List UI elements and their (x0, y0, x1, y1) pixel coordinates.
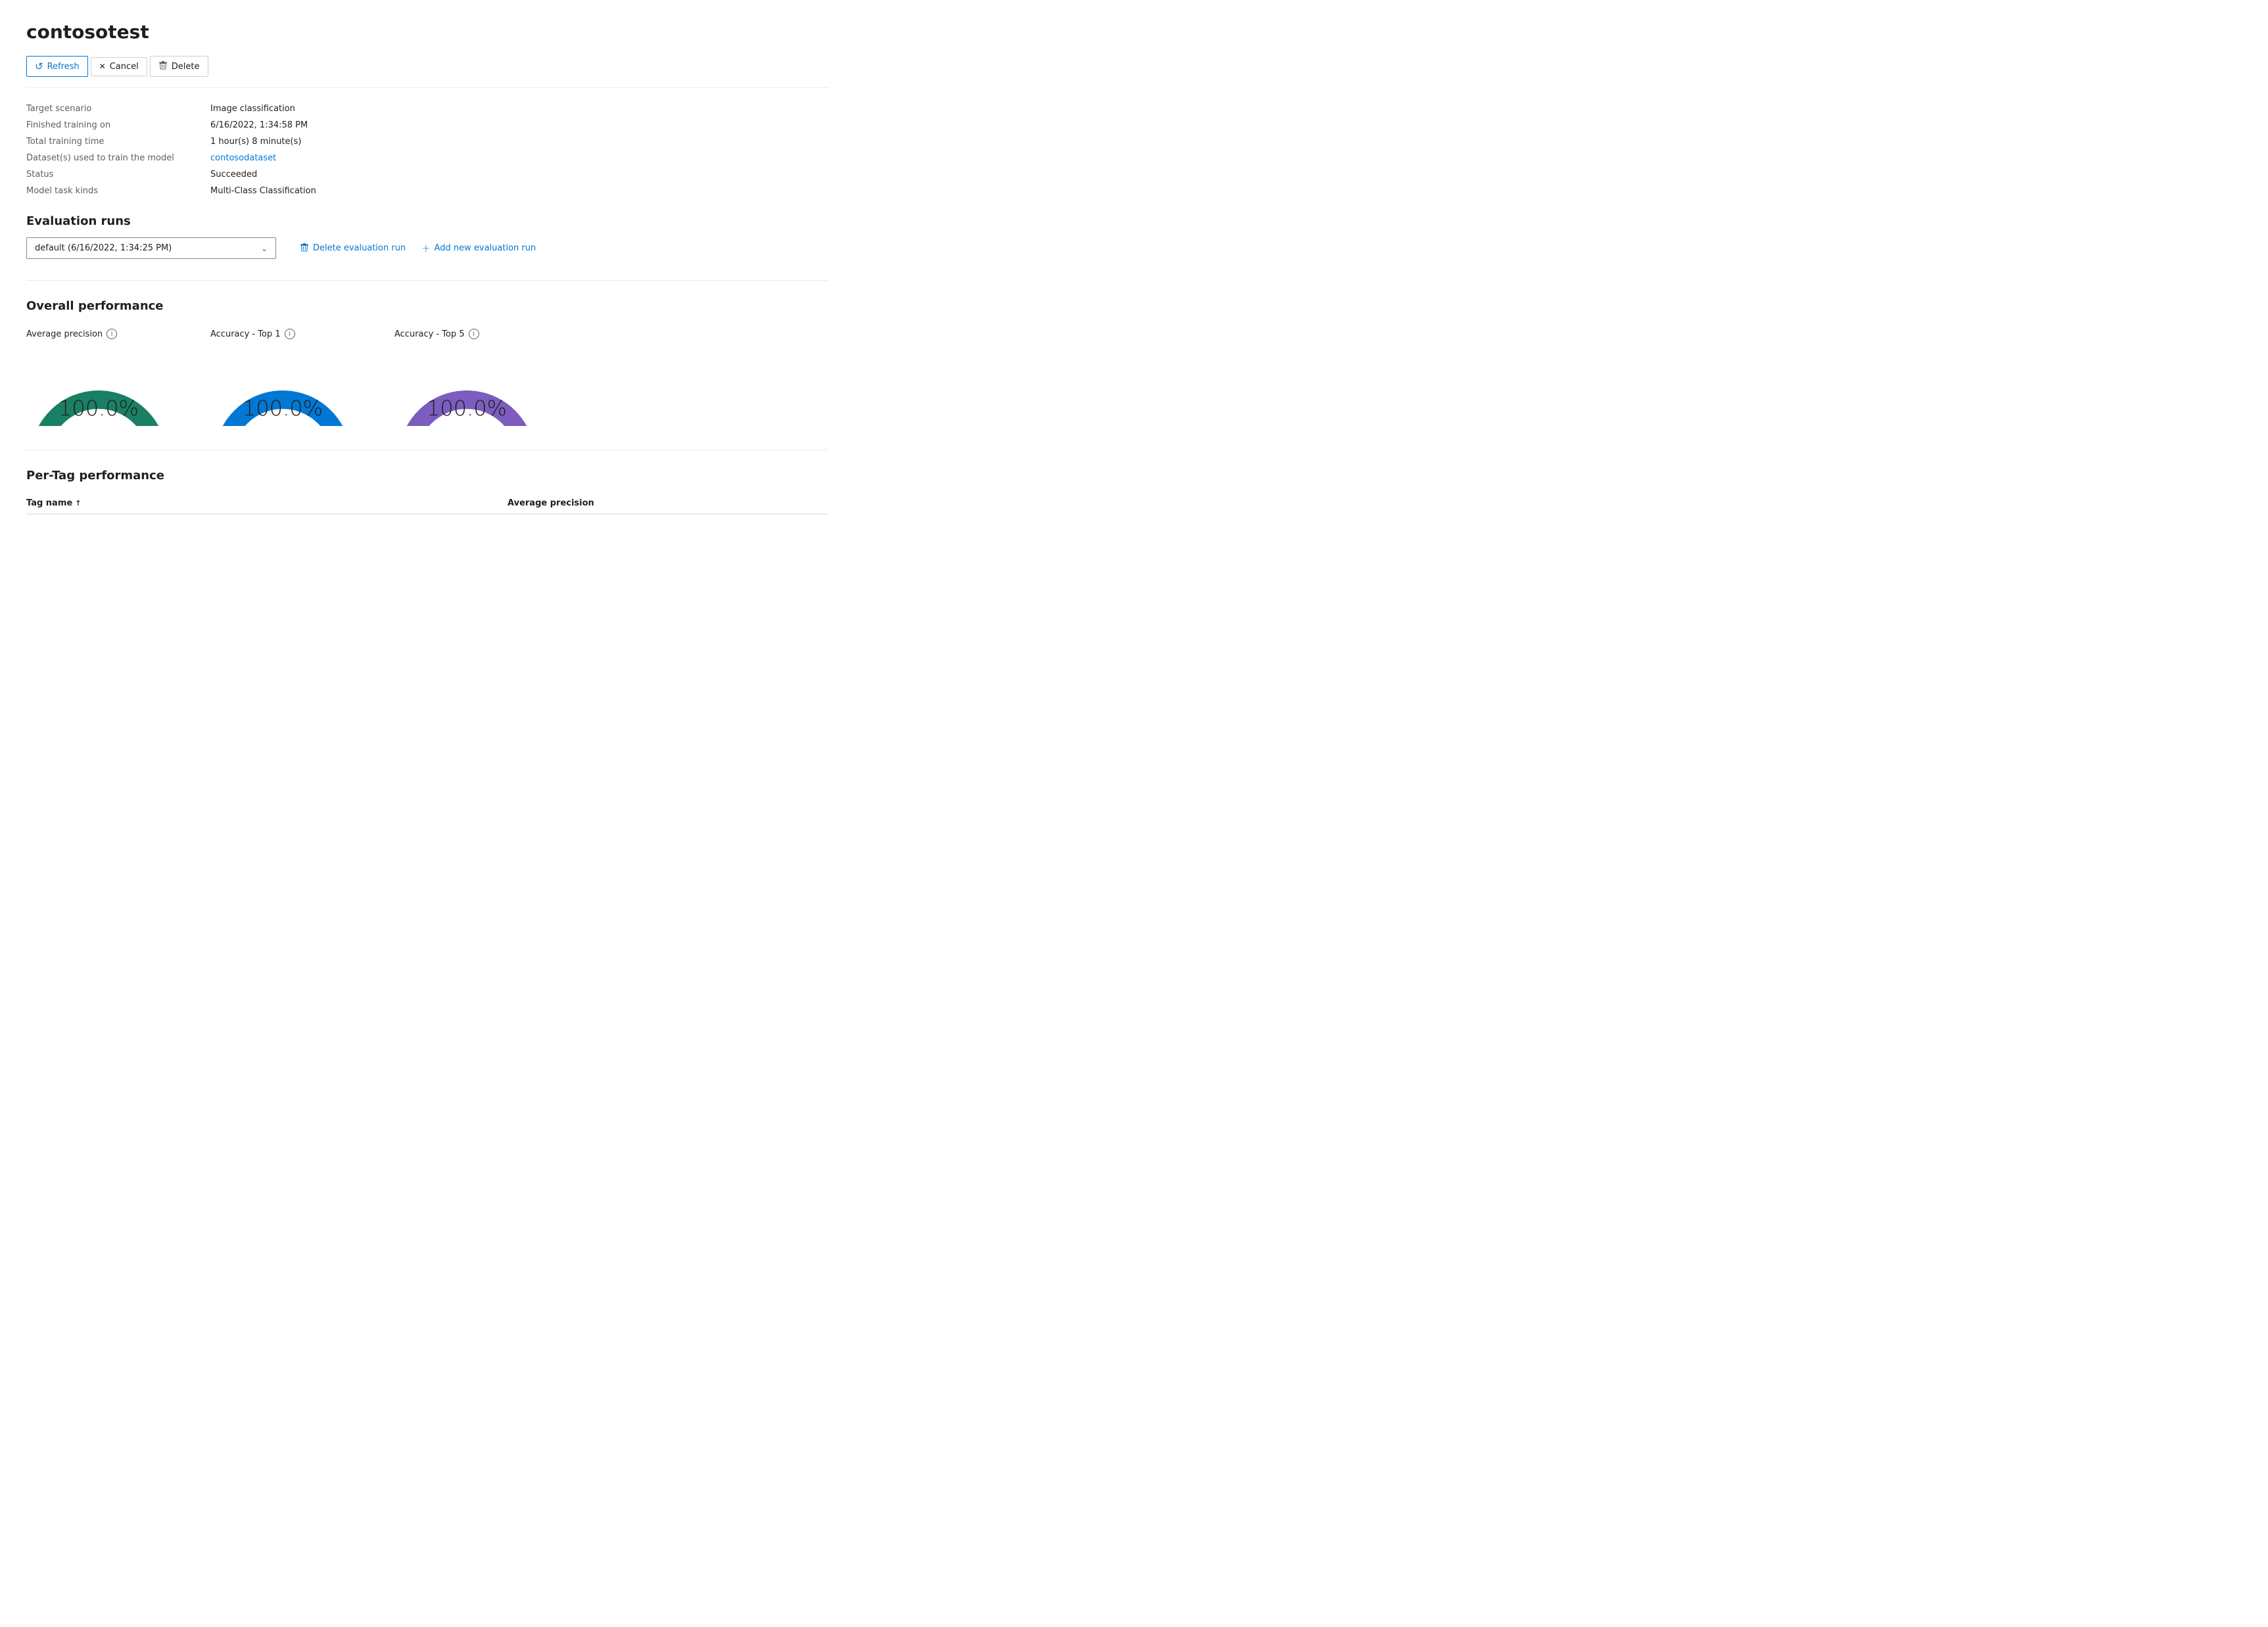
gauge-value: 100.0% (26, 396, 171, 421)
gauge-container: Accuracy - Top 1 i 100.0% (210, 329, 355, 426)
delete-icon (158, 60, 168, 72)
gauge-container: Average precision i 100.0% (26, 329, 171, 426)
evaluation-runs-title: Evaluation runs (26, 214, 828, 228)
col-avg-precision: Average precision (508, 498, 828, 508)
sort-asc-icon: ↑ (75, 499, 81, 507)
chevron-down-icon: ⌄ (261, 244, 268, 253)
cancel-button[interactable]: ✕ Cancel (91, 57, 147, 76)
info-icon[interactable]: i (469, 329, 479, 339)
gauge-label: Accuracy - Top 1 i (210, 329, 295, 339)
cancel-icon: ✕ (99, 62, 106, 71)
gauges-row: Average precision i 100.0% Accuracy - To… (26, 329, 828, 426)
add-evaluation-run-button[interactable]: + Add new evaluation run (421, 242, 536, 254)
per-tag-performance-section: Per-Tag performance Tag name ↑ Average p… (26, 469, 828, 515)
gauge-wrapper: 100.0% (210, 347, 355, 426)
eval-row: default (6/16/2022, 1:34:25 PM) ⌄ Delete… (26, 237, 828, 259)
delete-eval-icon (300, 243, 309, 254)
info-label: Finished training on (26, 120, 210, 130)
evaluation-run-dropdown[interactable]: default (6/16/2022, 1:34:25 PM) ⌄ (26, 237, 276, 259)
gauge-wrapper: 100.0% (394, 347, 539, 426)
plus-icon: + (421, 242, 430, 254)
toolbar: ↺ Refresh ✕ Cancel Delete (26, 56, 828, 88)
section-divider (26, 280, 828, 281)
evaluation-runs-section: Evaluation runs default (6/16/2022, 1:34… (26, 214, 828, 259)
col-tag-name: Tag name ↑ (26, 498, 508, 508)
info-value: Multi-Class Classification (210, 186, 828, 196)
overall-performance-section: Overall performance Average precision i … (26, 299, 828, 426)
table-header: Tag name ↑ Average precision (26, 493, 828, 515)
info-icon[interactable]: i (106, 329, 117, 339)
per-tag-title: Per-Tag performance (26, 469, 828, 483)
overall-performance-title: Overall performance (26, 299, 828, 313)
gauge-label: Average precision i (26, 329, 117, 339)
info-label: Model task kinds (26, 186, 210, 196)
gauge-container: Accuracy - Top 5 i 100.0% (394, 329, 539, 426)
eval-actions: Delete evaluation run + Add new evaluati… (300, 242, 536, 254)
gauge-label: Accuracy - Top 5 i (394, 329, 479, 339)
info-icon[interactable]: i (285, 329, 295, 339)
info-value: Succeeded (210, 170, 828, 179)
delete-button[interactable]: Delete (150, 56, 208, 77)
info-grid: Target scenarioImage classificationFinis… (26, 104, 828, 196)
info-label: Total training time (26, 137, 210, 147)
info-value: 6/16/2022, 1:34:58 PM (210, 120, 828, 130)
info-value: 1 hour(s) 8 minute(s) (210, 137, 828, 147)
gauge-value: 100.0% (394, 396, 539, 421)
delete-evaluation-run-button[interactable]: Delete evaluation run (300, 243, 406, 254)
info-value: Image classification (210, 104, 828, 114)
info-value[interactable]: contosodataset (210, 153, 828, 163)
gauge-wrapper: 100.0% (26, 347, 171, 426)
info-label: Status (26, 170, 210, 179)
refresh-button[interactable]: ↺ Refresh (26, 56, 88, 77)
page-title: contosotest (26, 21, 828, 43)
info-label: Target scenario (26, 104, 210, 114)
info-label: Dataset(s) used to train the model (26, 153, 210, 163)
refresh-icon: ↺ (35, 60, 43, 72)
gauge-value: 100.0% (210, 396, 355, 421)
